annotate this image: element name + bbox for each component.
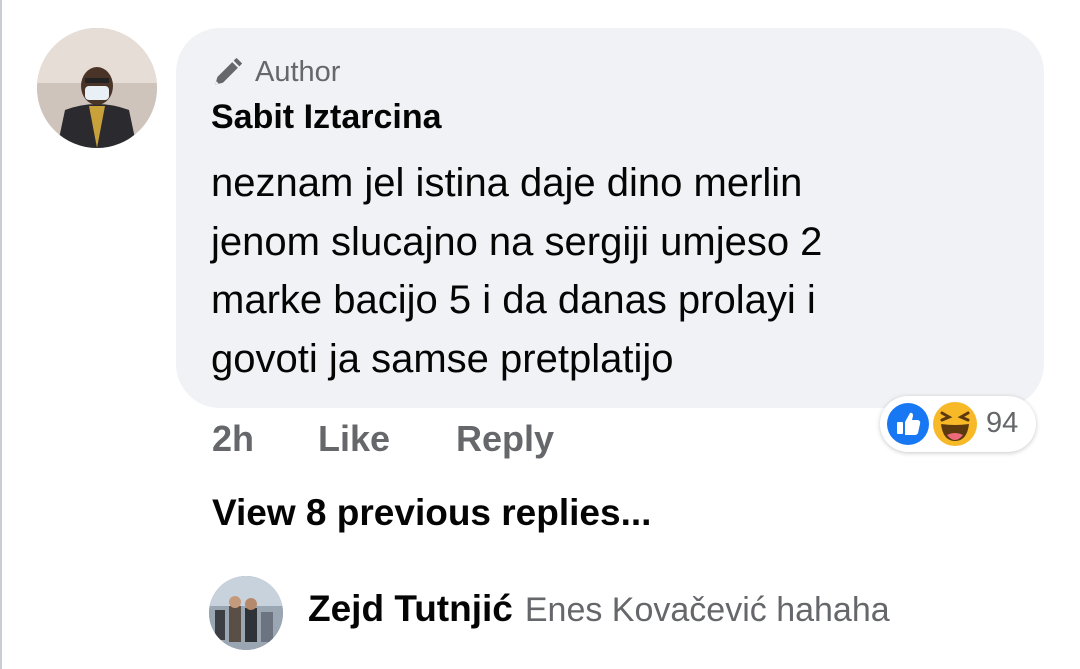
reply-author-name[interactable]: Zejd Tutnjić (308, 588, 513, 630)
author-badge-label: Author (255, 55, 341, 88)
comment-timestamp[interactable]: 2h (212, 418, 254, 460)
haha-reaction-icon (930, 399, 980, 449)
reply-text: Enes Kovačević hahaha (524, 591, 890, 629)
reply-avatar[interactable] (209, 576, 283, 650)
reaction-summary[interactable]: 94 (880, 396, 1036, 452)
left-thread-line (0, 0, 2, 669)
avatar-photo (37, 28, 157, 148)
comment-line: jenom slucajno na sergiji umjeso 2 (211, 219, 823, 264)
author-badge: Author (211, 56, 340, 88)
like-reaction-icon (884, 400, 932, 448)
like-button[interactable]: Like (318, 418, 390, 460)
latest-reply: Zejd Tutnjić Enes Kovačević hahaha (308, 588, 890, 630)
comment-line: marke bacijo 5 i da danas prolayi i (211, 278, 816, 322)
commenter-avatar[interactable] (37, 28, 157, 148)
comment-text: neznam jel istina daje dino merlin jenom… (211, 154, 1011, 388)
view-previous-replies-link[interactable]: View 8 previous replies... (212, 492, 651, 534)
commenter-name[interactable]: Sabit Iztarcina (211, 98, 442, 137)
comment-bubble: Author Sabit Iztarcina neznam jel istina… (176, 28, 1044, 408)
reply-button[interactable]: Reply (456, 418, 554, 460)
comment-line: neznam jel istina daje dino merlin (211, 161, 803, 205)
reaction-count: 94 (986, 407, 1019, 439)
reply-avatar-photo (209, 576, 283, 650)
comment-line: govoti ja samse pretplatijo (211, 336, 674, 381)
pencil-icon (215, 57, 243, 85)
